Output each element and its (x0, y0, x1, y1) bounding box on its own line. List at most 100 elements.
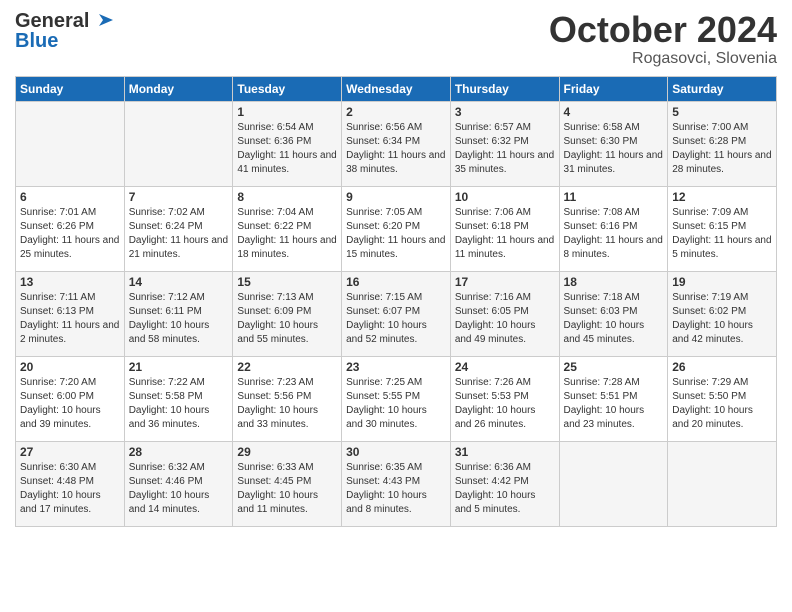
day-number: 4 (564, 105, 664, 119)
logo-bird-icon (91, 10, 113, 32)
location-title: Rogasovci, Slovenia (549, 50, 777, 68)
calendar-cell: 5 Sunrise: 7:00 AM Sunset: 6:28 PM Daylig… (668, 101, 777, 186)
day-number: 6 (20, 190, 120, 204)
day-info: Sunrise: 7:13 AM Sunset: 6:09 PM Dayligh… (237, 291, 337, 347)
day-info: Sunrise: 7:02 AM Sunset: 6:24 PM Dayligh… (129, 206, 229, 262)
calendar-cell (124, 101, 233, 186)
month-title: October 2024 (549, 10, 777, 50)
day-number: 28 (129, 445, 229, 459)
day-number: 29 (237, 445, 337, 459)
day-number: 24 (455, 360, 555, 374)
day-info: Sunrise: 7:04 AM Sunset: 6:22 PM Dayligh… (237, 206, 337, 262)
day-number: 23 (346, 360, 446, 374)
calendar-cell: 13Sunrise: 7:11 AM Sunset: 6:13 PM Dayli… (16, 271, 125, 356)
calendar-table: Sunday Monday Tuesday Wednesday Thursday… (15, 76, 777, 527)
calendar-cell: 10 Sunrise: 7:06 AM Sunset: 6:18 PM Dayli… (450, 186, 559, 271)
logo-blue: Blue (15, 30, 113, 52)
header-friday: Friday (559, 76, 668, 101)
calendar-cell: 8 Sunrise: 7:04 AM Sunset: 6:22 PM Daylig… (233, 186, 342, 271)
day-number: 27 (20, 445, 120, 459)
day-number: 5 (672, 105, 772, 119)
calendar-cell: 2 Sunrise: 6:56 AM Sunset: 6:34 PM Daylig… (342, 101, 451, 186)
calendar-cell: 1 Sunrise: 6:54 AM Sunset: 6:36 PM Daylig… (233, 101, 342, 186)
calendar-week-row: 1 Sunrise: 6:54 AM Sunset: 6:36 PM Daylig… (16, 101, 777, 186)
day-info: Sunrise: 6:32 AM Sunset: 4:46 PM Dayligh… (129, 461, 229, 517)
day-number: 16 (346, 275, 446, 289)
calendar-cell: 18Sunrise: 7:18 AM Sunset: 6:03 PM Dayli… (559, 271, 668, 356)
day-info: Sunrise: 7:16 AM Sunset: 6:05 PM Dayligh… (455, 291, 555, 347)
day-info: Sunrise: 6:54 AM Sunset: 6:36 PM Dayligh… (237, 121, 337, 177)
header-saturday: Saturday (668, 76, 777, 101)
day-number: 11 (564, 190, 664, 204)
day-number: 20 (20, 360, 120, 374)
day-info: Sunrise: 7:09 AM Sunset: 6:15 PM Dayligh… (672, 206, 772, 262)
calendar-cell: 16 Sunrise: 7:15 AM Sunset: 6:07 PM Dayli… (342, 271, 451, 356)
day-number: 3 (455, 105, 555, 119)
day-info: Sunrise: 7:01 AM Sunset: 6:26 PM Dayligh… (20, 206, 120, 262)
day-info: Sunrise: 7:08 AM Sunset: 6:16 PM Dayligh… (564, 206, 664, 262)
calendar-week-row: 27Sunrise: 6:30 AM Sunset: 4:48 PM Dayli… (16, 441, 777, 526)
day-info: Sunrise: 6:56 AM Sunset: 6:34 PM Dayligh… (346, 121, 446, 177)
day-info: Sunrise: 6:57 AM Sunset: 6:32 PM Dayligh… (455, 121, 555, 177)
day-info: Sunrise: 7:05 AM Sunset: 6:20 PM Dayligh… (346, 206, 446, 262)
calendar-cell: 14Sunrise: 7:12 AM Sunset: 6:11 PM Dayli… (124, 271, 233, 356)
title-block: October 2024 Rogasovci, Slovenia (549, 10, 777, 68)
calendar-cell: 28 Sunrise: 6:32 AM Sunset: 4:46 PM Dayli… (124, 441, 233, 526)
logo-general: General (15, 10, 89, 32)
day-info: Sunrise: 6:33 AM Sunset: 4:45 PM Dayligh… (237, 461, 337, 517)
day-number: 19 (672, 275, 772, 289)
header-sunday: Sunday (16, 76, 125, 101)
calendar-cell: 27Sunrise: 6:30 AM Sunset: 4:48 PM Dayli… (16, 441, 125, 526)
day-number: 18 (564, 275, 664, 289)
day-number: 21 (129, 360, 229, 374)
day-info: Sunrise: 6:58 AM Sunset: 6:30 PM Dayligh… (564, 121, 664, 177)
day-info: Sunrise: 7:20 AM Sunset: 6:00 PM Dayligh… (20, 376, 120, 432)
calendar-cell: 30Sunrise: 6:35 AM Sunset: 4:43 PM Dayli… (342, 441, 451, 526)
day-number: 1 (237, 105, 337, 119)
calendar-week-row: 13Sunrise: 7:11 AM Sunset: 6:13 PM Dayli… (16, 271, 777, 356)
calendar-cell (16, 101, 125, 186)
day-info: Sunrise: 7:28 AM Sunset: 5:51 PM Dayligh… (564, 376, 664, 432)
calendar-cell: 11 Sunrise: 7:08 AM Sunset: 6:16 PM Dayli… (559, 186, 668, 271)
calendar-cell: 6 Sunrise: 7:01 AM Sunset: 6:26 PM Daylig… (16, 186, 125, 271)
day-info: Sunrise: 7:00 AM Sunset: 6:28 PM Dayligh… (672, 121, 772, 177)
calendar-cell: 3 Sunrise: 6:57 AM Sunset: 6:32 PM Daylig… (450, 101, 559, 186)
day-number: 12 (672, 190, 772, 204)
header-monday: Monday (124, 76, 233, 101)
calendar-cell: 24Sunrise: 7:26 AM Sunset: 5:53 PM Dayli… (450, 356, 559, 441)
day-number: 10 (455, 190, 555, 204)
day-info: Sunrise: 7:15 AM Sunset: 6:07 PM Dayligh… (346, 291, 446, 347)
calendar-cell: 31 Sunrise: 6:36 AM Sunset: 4:42 PM Dayli… (450, 441, 559, 526)
day-number: 15 (237, 275, 337, 289)
header-wednesday: Wednesday (342, 76, 451, 101)
calendar-cell: 25Sunrise: 7:28 AM Sunset: 5:51 PM Dayli… (559, 356, 668, 441)
day-info: Sunrise: 7:22 AM Sunset: 5:58 PM Dayligh… (129, 376, 229, 432)
day-info: Sunrise: 6:35 AM Sunset: 4:43 PM Dayligh… (346, 461, 446, 517)
calendar-cell: 26Sunrise: 7:29 AM Sunset: 5:50 PM Dayli… (668, 356, 777, 441)
calendar-cell: 22Sunrise: 7:23 AM Sunset: 5:56 PM Dayli… (233, 356, 342, 441)
calendar-cell: 7Sunrise: 7:02 AM Sunset: 6:24 PM Daylig… (124, 186, 233, 271)
calendar-cell: 23 Sunrise: 7:25 AM Sunset: 5:55 PM Dayli… (342, 356, 451, 441)
calendar-cell: 4 Sunrise: 6:58 AM Sunset: 6:30 PM Daylig… (559, 101, 668, 186)
day-info: Sunrise: 7:19 AM Sunset: 6:02 PM Dayligh… (672, 291, 772, 347)
calendar-cell: 15 Sunrise: 7:13 AM Sunset: 6:09 PM Dayli… (233, 271, 342, 356)
day-info: Sunrise: 7:23 AM Sunset: 5:56 PM Dayligh… (237, 376, 337, 432)
day-info: Sunrise: 7:25 AM Sunset: 5:55 PM Dayligh… (346, 376, 446, 432)
day-info: Sunrise: 7:11 AM Sunset: 6:13 PM Dayligh… (20, 291, 120, 347)
day-info: Sunrise: 7:12 AM Sunset: 6:11 PM Dayligh… (129, 291, 229, 347)
calendar-cell: 9Sunrise: 7:05 AM Sunset: 6:20 PM Daylig… (342, 186, 451, 271)
logo: General Blue (15, 10, 113, 52)
day-info: Sunrise: 6:36 AM Sunset: 4:42 PM Dayligh… (455, 461, 555, 517)
day-number: 2 (346, 105, 446, 119)
calendar-cell: 17 Sunrise: 7:16 AM Sunset: 6:05 PM Dayli… (450, 271, 559, 356)
calendar-cell: 20 Sunrise: 7:20 AM Sunset: 6:00 PM Dayli… (16, 356, 125, 441)
header-thursday: Thursday (450, 76, 559, 101)
day-number: 8 (237, 190, 337, 204)
day-number: 17 (455, 275, 555, 289)
calendar-cell: 29 Sunrise: 6:33 AM Sunset: 4:45 PM Dayli… (233, 441, 342, 526)
day-info: Sunrise: 7:06 AM Sunset: 6:18 PM Dayligh… (455, 206, 555, 262)
day-number: 31 (455, 445, 555, 459)
calendar-week-row: 6 Sunrise: 7:01 AM Sunset: 6:26 PM Daylig… (16, 186, 777, 271)
calendar-cell: 12 Sunrise: 7:09 AM Sunset: 6:15 PM Dayli… (668, 186, 777, 271)
header-tuesday: Tuesday (233, 76, 342, 101)
